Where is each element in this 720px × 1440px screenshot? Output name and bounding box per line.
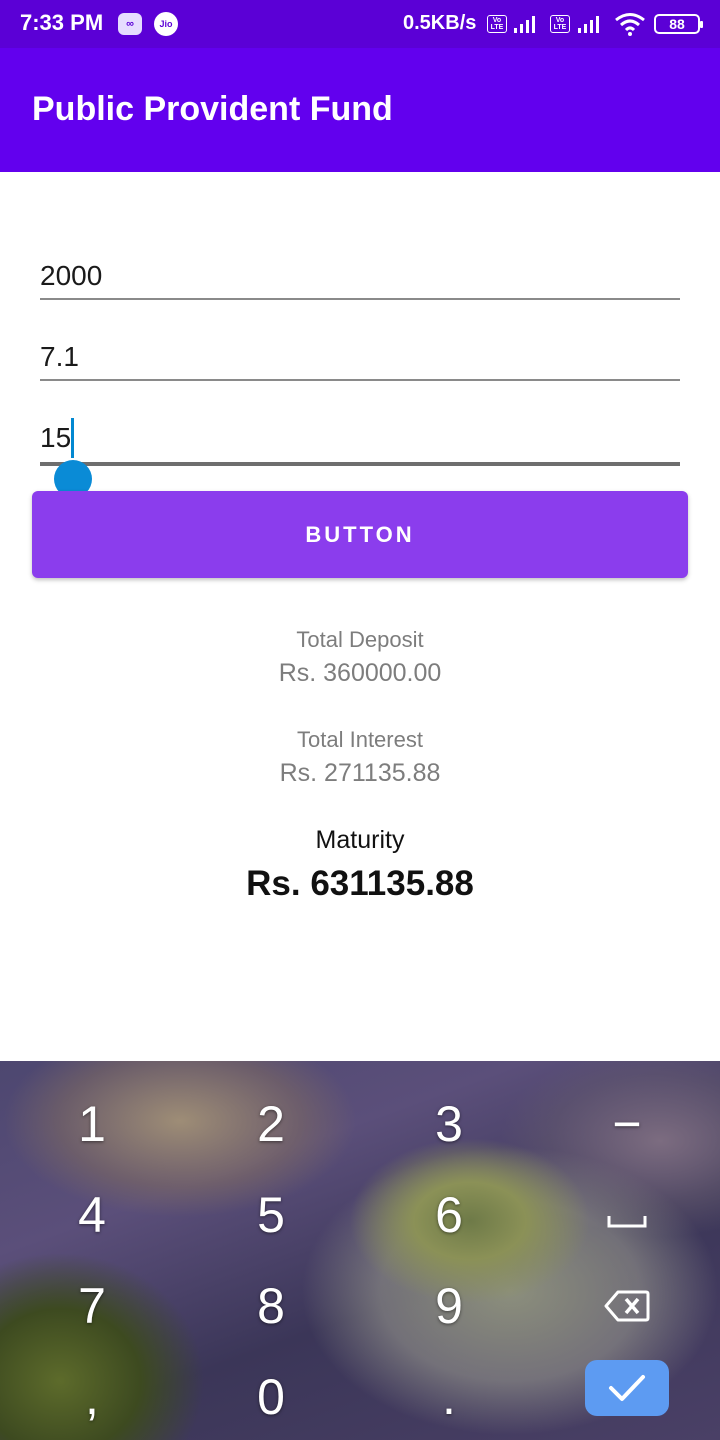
enter-key[interactable] — [585, 1360, 669, 1416]
battery-icon: 88 — [654, 14, 703, 34]
calculate-button[interactable]: BUTTON — [32, 491, 688, 578]
total-interest-value: Rs. 271135.88 — [279, 759, 441, 787]
signal-icon — [578, 16, 599, 33]
key-2[interactable]: 2 — [221, 1089, 321, 1159]
amount-field[interactable]: 2000 — [40, 260, 680, 300]
key-5[interactable]: 5 — [221, 1180, 321, 1250]
volte-icon: Vo LTE — [487, 15, 507, 33]
rate-field[interactable]: 7.1 — [40, 341, 680, 381]
key-3[interactable]: 3 — [399, 1089, 499, 1159]
years-field[interactable]: 15 — [40, 418, 680, 498]
page-title: Public Provident Fund — [32, 90, 393, 128]
total-interest-label: Total Interest — [297, 727, 423, 752]
key-8[interactable]: 8 — [221, 1271, 321, 1341]
volte-icon: Vo LTE — [550, 15, 570, 33]
field-underline — [40, 462, 680, 466]
key-7[interactable]: 7 — [42, 1271, 142, 1341]
app-screen: 7:33 PM ∞ Jio 0.5KB/s Vo LTE Vo LTE 88 P… — [0, 0, 720, 1440]
maturity-value: Rs. 631135.88 — [246, 864, 474, 903]
maturity-label: Maturity — [315, 826, 405, 854]
key-0[interactable]: 0 — [221, 1362, 321, 1432]
total-deposit-label: Total Deposit — [296, 627, 424, 652]
rate-value: 7.1 — [40, 341, 79, 372]
status-bar: 7:33 PM ∞ Jio 0.5KB/s Vo LTE Vo LTE 88 — [0, 0, 720, 48]
key-9[interactable]: 9 — [399, 1271, 499, 1341]
years-value: 15 — [40, 422, 72, 453]
key-space[interactable] — [577, 1180, 677, 1250]
key-comma[interactable]: , — [42, 1362, 142, 1432]
amount-value: 2000 — [40, 260, 103, 291]
network-speed: 0.5KB/s — [403, 12, 477, 34]
check-icon — [609, 1375, 645, 1401]
total-deposit-value: Rs. 360000.00 — [278, 659, 442, 687]
key-1[interactable]: 1 — [42, 1089, 142, 1159]
text-caret — [71, 418, 74, 458]
status-time: 7:33 PM — [20, 10, 104, 35]
field-underline — [40, 298, 680, 300]
app-bar: Public Provident Fund — [0, 48, 720, 172]
key-backspace[interactable] — [577, 1271, 677, 1341]
key-period[interactable]: . — [399, 1362, 499, 1432]
numeric-keyboard: 1 2 3 − 4 5 6 7 8 9 , 0 . — [0, 1061, 720, 1440]
backspace-icon — [604, 1290, 650, 1322]
signal-icon — [514, 16, 535, 33]
key-minus[interactable]: − — [577, 1089, 677, 1159]
wifi-icon — [615, 13, 645, 36]
infinity-icon: ∞ — [118, 13, 142, 35]
key-6[interactable]: 6 — [399, 1180, 499, 1250]
field-underline — [40, 379, 680, 381]
key-4[interactable]: 4 — [42, 1180, 142, 1250]
space-icon — [607, 1216, 647, 1228]
jio-icon: Jio — [154, 12, 178, 36]
